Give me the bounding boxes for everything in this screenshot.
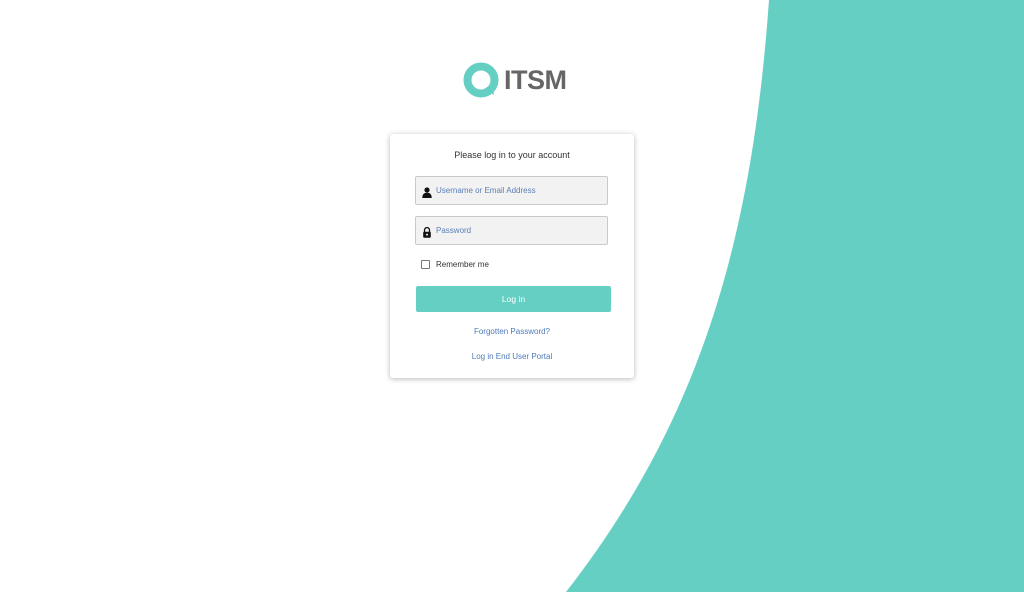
remember-me[interactable]: Remember me <box>421 260 489 269</box>
login-card: Please log in to your account Username o… <box>390 134 634 378</box>
username-field[interactable] <box>415 176 608 205</box>
logo-text: ITSM <box>504 65 567 95</box>
logo: ITSM <box>462 61 567 99</box>
login-button[interactable]: Log in <box>416 286 611 312</box>
forgot-password-link[interactable]: Forgotten Password? <box>390 327 634 336</box>
logo-ring-icon <box>463 62 499 98</box>
remember-me-label: Remember me <box>436 260 489 269</box>
user-icon <box>422 185 432 198</box>
login-page: ITSM Please log in to your account Usern… <box>0 0 1024 592</box>
lock-icon <box>422 225 432 238</box>
password-input[interactable] <box>436 217 604 244</box>
remember-me-checkbox[interactable] <box>421 260 430 269</box>
password-field[interactable] <box>415 216 608 245</box>
login-title: Please log in to your account <box>454 150 570 160</box>
end-user-portal-link[interactable]: Log in End User Portal <box>390 352 634 361</box>
username-input[interactable] <box>436 177 604 204</box>
